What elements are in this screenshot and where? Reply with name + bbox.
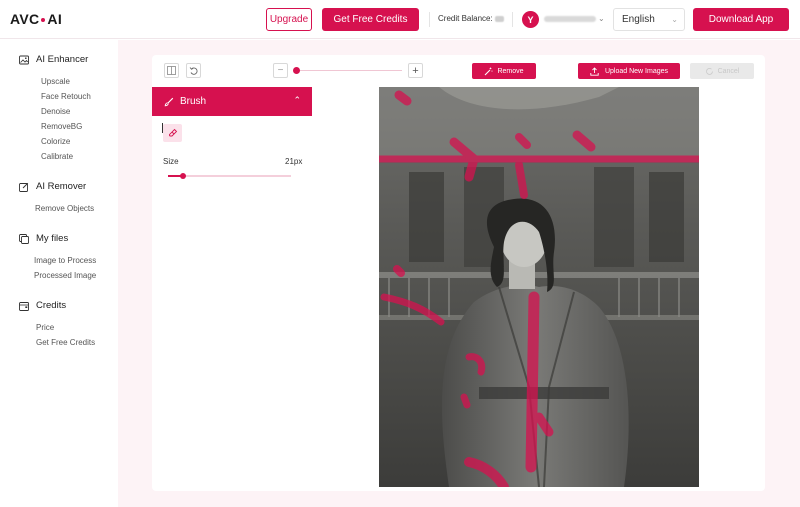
sidebar-item-colorize[interactable]: Colorize	[41, 137, 70, 146]
upload-button-label: Upload New Images	[604, 67, 669, 75]
brush-icon	[164, 97, 174, 106]
language-select[interactable]: English ⌄	[613, 8, 685, 31]
zoom-slider-handle[interactable]	[293, 67, 300, 74]
download-app-button[interactable]: Download App	[693, 8, 789, 31]
brush-size-slider-handle[interactable]	[180, 173, 186, 179]
credit-balance-value-redacted	[494, 15, 504, 22]
language-selected-value: English	[622, 14, 655, 25]
sidebar-item-price[interactable]: Price	[36, 323, 54, 332]
sidebar-item-calibrate[interactable]: Calibrate	[41, 152, 73, 161]
logo-text-left: AVC	[10, 11, 40, 27]
cancel-button-label: Cancel	[717, 67, 740, 75]
brush-size-value: 21px	[285, 157, 303, 166]
logo-text-right: AI	[47, 11, 63, 27]
compare-icon-glyph	[167, 66, 176, 75]
top-header: AVC AI Upgrade Get Free Credits Credit Ba…	[0, 0, 800, 39]
header-divider	[512, 12, 513, 27]
edit-icon	[19, 182, 29, 192]
sidebar-item-get-free-credits[interactable]: Get Free Credits	[36, 338, 95, 347]
sidebar-item-denoise[interactable]: Denoise	[41, 107, 70, 116]
sidebar-group-credits[interactable]: Credits	[19, 300, 66, 311]
sidebar-item-processed-image[interactable]: Processed Image	[34, 271, 96, 280]
sidebar-group-ai-enhancer[interactable]: AI Enhancer	[19, 54, 88, 65]
magic-wand-icon	[485, 67, 493, 75]
brush-size-label: Size	[163, 157, 179, 166]
brush-panel-title: Brush	[180, 96, 207, 107]
get-free-credits-button[interactable]: Get Free Credits	[322, 8, 419, 31]
upload-icon	[590, 66, 599, 76]
brush-size-slider[interactable]	[168, 175, 291, 177]
brush-panel-header[interactable]: Brush ⌃	[152, 87, 312, 116]
remove-button-label: Remove	[497, 67, 524, 75]
sidebar-group-my-files[interactable]: My files	[19, 233, 68, 244]
wallet-icon	[19, 301, 29, 311]
zoom-out-button[interactable]: −	[273, 63, 288, 78]
undo-icon[interactable]	[186, 63, 201, 78]
upgrade-button[interactable]: Upgrade	[266, 8, 312, 31]
undo-icon-glyph	[189, 66, 198, 75]
sidebar-group-title: My files	[36, 233, 69, 244]
chevron-up-icon[interactable]: ⌃	[293, 95, 301, 106]
header-divider	[429, 12, 430, 27]
folder-icon	[19, 233, 29, 244]
chevron-down-icon[interactable]: ⌄	[598, 14, 605, 23]
sidebar-item-removebg[interactable]: RemoveBG	[41, 122, 82, 131]
sidebar-item-image-to-process[interactable]: Image to Process	[34, 256, 96, 265]
refresh-icon	[705, 67, 713, 75]
upload-new-images-button[interactable]: Upload New Images	[578, 63, 680, 79]
cancel-button[interactable]: Cancel	[690, 63, 754, 79]
chevron-down-icon: ⌄	[671, 15, 678, 24]
sidebar-item-face-retouch[interactable]: Face Retouch	[41, 92, 91, 101]
credit-balance-label: Credit Balance:	[438, 14, 493, 23]
user-avatar[interactable]: Y	[522, 11, 539, 28]
user-email-redacted[interactable]	[544, 16, 596, 22]
image-icon	[19, 55, 29, 64]
sidebar-group-title: Credits	[36, 300, 67, 311]
sidebar-group-ai-remover[interactable]: AI Remover	[19, 181, 86, 192]
zoom-slider[interactable]	[296, 70, 402, 71]
photo-with-brush-marks[interactable]	[379, 87, 699, 487]
eraser-brush-icon	[168, 128, 177, 137]
brush-tool-button[interactable]	[163, 124, 182, 142]
credit-balance: Credit Balance:	[438, 14, 504, 23]
remove-button[interactable]: Remove	[472, 63, 536, 79]
sidebar-item-remove-objects[interactable]: Remove Objects	[35, 204, 94, 213]
sidebar-item-upscale[interactable]: Upscale	[41, 77, 70, 86]
logo-dot-icon	[41, 18, 46, 22]
image-canvas[interactable]	[379, 87, 699, 487]
sidebar-group-title: AI Remover	[36, 181, 87, 192]
zoom-in-button[interactable]: +	[408, 63, 423, 78]
sidebar-group-title: AI Enhancer	[36, 54, 89, 65]
avc-ai-logo[interactable]: AVC AI	[10, 11, 62, 27]
compare-icon[interactable]	[164, 63, 179, 78]
